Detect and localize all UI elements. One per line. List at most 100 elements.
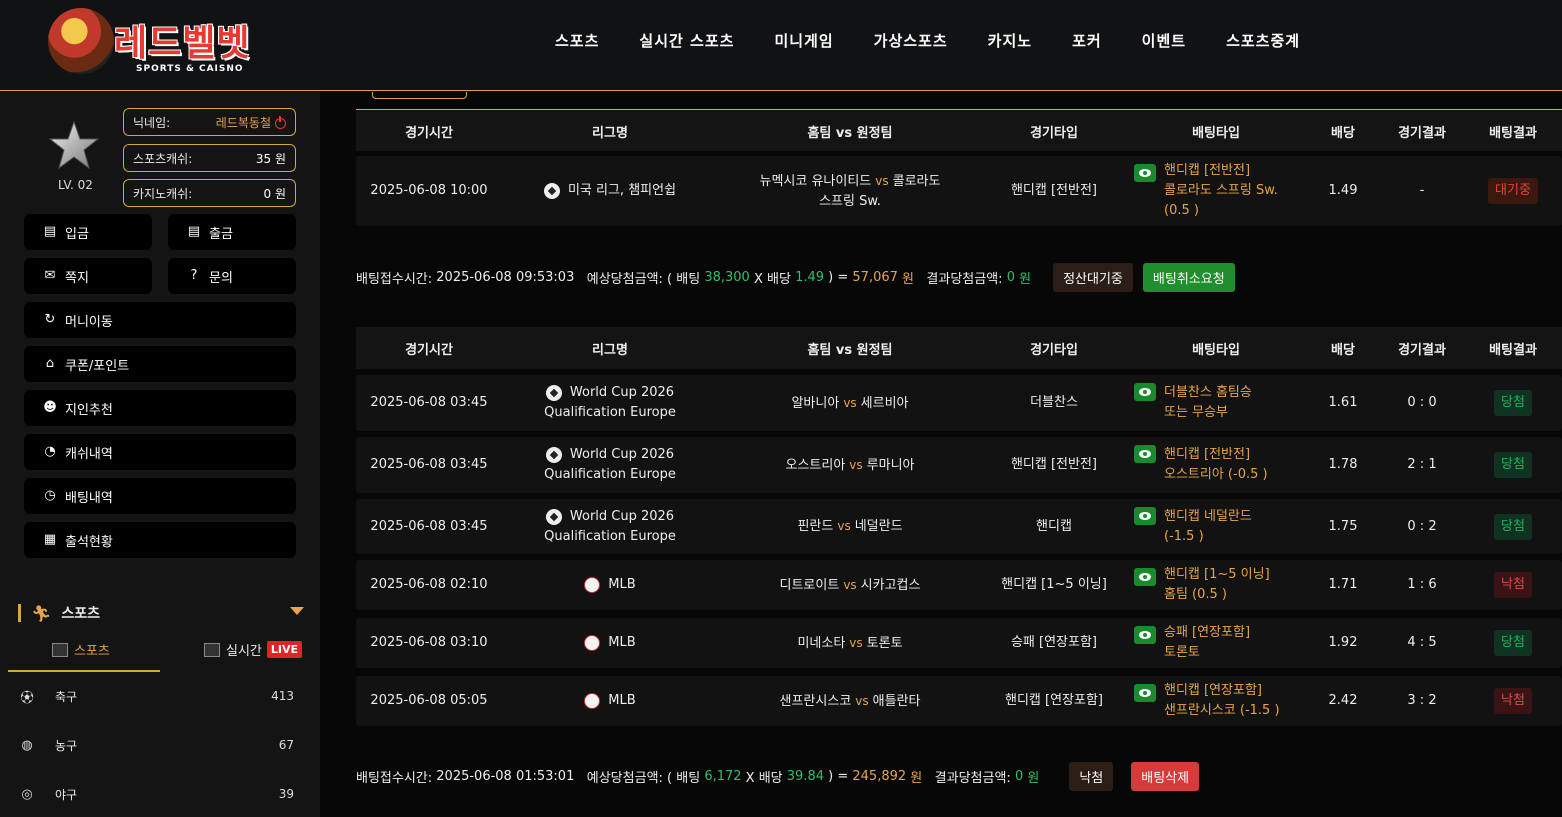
sport-item-soccer[interactable]: ⚽︎ 축구 413 bbox=[18, 684, 294, 708]
tab-sports[interactable]: 스포츠 bbox=[52, 640, 110, 659]
delete-bet-button[interactable]: 배팅삭제 bbox=[1131, 761, 1200, 791]
teams-text: 뉴멕시코 유나이티드 vs 콜로라도 스프링 Sw. bbox=[758, 171, 942, 212]
deposit-button[interactable]: ▤ 입금 bbox=[24, 214, 152, 250]
cancel-bet-request-button[interactable]: 배팅취소요청 bbox=[1142, 262, 1235, 292]
top-bar: 레드벨벳 SPORTS & CAISNO 스포츠 실시간 스포츠 미니게임 가상… bbox=[0, 0, 1562, 91]
site-logo[interactable]: 레드벨벳 SPORTS & CAISNO bbox=[48, 8, 268, 78]
vs-label: vs bbox=[843, 395, 857, 410]
bet-line: 또는 무승부 bbox=[1164, 405, 1228, 420]
league-cell: MLB bbox=[502, 676, 718, 726]
bet-history-label: 배팅내역 bbox=[65, 490, 113, 506]
bet-result-badge: 낙첨 bbox=[1494, 688, 1532, 714]
summary-time: 2025-06-08 09:53:03 bbox=[436, 269, 575, 285]
eye-icon[interactable] bbox=[1134, 445, 1156, 463]
tab-live[interactable]: 실시간 LIVE bbox=[204, 640, 303, 659]
league-name: MLB bbox=[608, 693, 636, 708]
summary-time: 2025-06-08 01:53:01 bbox=[436, 768, 575, 784]
withdraw-button[interactable]: ▤ 출금 bbox=[168, 214, 296, 250]
sport-count: 67 bbox=[278, 738, 294, 752]
eye-icon[interactable] bbox=[1134, 507, 1156, 525]
th-game-type: 경기타입 bbox=[1030, 125, 1078, 141]
nav-live-sports[interactable]: 실시간 스포츠 bbox=[639, 30, 734, 51]
bet-row: 2025-06-08 03:45 World Cup 2026 Qualificat… bbox=[356, 375, 1562, 431]
inquiry-label: 문의 bbox=[209, 270, 233, 286]
eye-icon[interactable] bbox=[1134, 568, 1156, 586]
league-cell: World Cup 2026 Qualification Europe bbox=[502, 499, 718, 554]
bet2-summary: 배팅접수시간: 2025-06-08 01:53:01 예상당첨금액: ( 배팅… bbox=[356, 761, 1200, 791]
coupon-point-button[interactable]: ⌂ 쿠폰/포인트 bbox=[24, 346, 296, 382]
nav-sports[interactable]: 스포츠 bbox=[555, 30, 599, 51]
bet-line: 토론토 bbox=[1164, 645, 1200, 660]
vs-label: vs bbox=[849, 635, 863, 650]
nav-event[interactable]: 이벤트 bbox=[1142, 30, 1186, 51]
attendance-button[interactable]: ▦ 출석현황 bbox=[24, 522, 296, 558]
deposit-icon: ▤ bbox=[43, 224, 57, 239]
league-line: World Cup 2026 bbox=[545, 383, 674, 403]
bet-history-button[interactable]: ◷ 배팅내역 bbox=[24, 478, 296, 514]
bet-line: 핸디캡 [1~5 이닝] bbox=[1164, 567, 1270, 582]
summary-won: 원 bbox=[910, 770, 923, 786]
home-team: 오스트리아 bbox=[785, 457, 846, 473]
odds: 1.78 bbox=[1328, 457, 1358, 472]
bet-line: 핸디캡 [전반전] bbox=[1164, 447, 1251, 462]
broken-image-icon bbox=[52, 642, 68, 657]
eye-icon[interactable] bbox=[1134, 383, 1156, 401]
game-type: 핸디캡 [연장포함] bbox=[1005, 693, 1103, 708]
calendar-icon: ▦ bbox=[43, 532, 57, 547]
match-score: 0 : 2 bbox=[1407, 518, 1437, 534]
sport-item-basketball[interactable]: ◍ 농구 67 bbox=[18, 733, 294, 757]
bet-type-text: 핸디캡 네덜란드 (-1.5 ) bbox=[1164, 507, 1252, 547]
odds: 1.92 bbox=[1328, 635, 1358, 650]
summary-won2: 원 bbox=[1019, 271, 1032, 287]
summary-odds: 1.49 bbox=[795, 269, 825, 285]
bet-row: 2025-06-08 02:10 MLB 디트로이트 vs 시카고컵스 핸디캡 [1~5 … bbox=[356, 560, 1562, 610]
eye-icon[interactable] bbox=[1134, 626, 1156, 644]
sports-section-title: 스포츠 bbox=[61, 606, 100, 622]
runner-icon: 🏃︎ bbox=[31, 603, 52, 623]
summary-stake: 38,300 bbox=[704, 269, 750, 285]
league-line: MLB bbox=[584, 575, 636, 595]
coupon-icon: ⌂ bbox=[45, 356, 55, 371]
nav-virtual-sports[interactable]: 가상스포츠 bbox=[874, 30, 948, 51]
nav-sports-stream[interactable]: 스포츠중계 bbox=[1226, 30, 1300, 51]
summary-won: 원 bbox=[902, 271, 915, 287]
referral-label: 지인추천 bbox=[65, 402, 113, 418]
sport-name: 농구 bbox=[55, 738, 78, 753]
th-teams: 홈팀 vs 원정팀 bbox=[807, 125, 893, 141]
league-name: World Cup 2026 bbox=[569, 508, 675, 524]
referral-button[interactable]: ☻ 지인추천 bbox=[24, 390, 296, 426]
summary-expected-label: 예상당첨금액: ( 배팅 bbox=[586, 271, 701, 287]
eye-icon[interactable] bbox=[1134, 164, 1156, 182]
basketball-icon: ◍ bbox=[21, 737, 33, 753]
live-badge: LIVE bbox=[266, 641, 303, 658]
message-button[interactable]: ✉ 쪽지 bbox=[24, 258, 152, 294]
tab-sports-label: 스포츠 bbox=[74, 644, 110, 659]
nickname-box: 닉네임: 레드복동철 bbox=[123, 108, 296, 136]
chevron-down-icon[interactable] bbox=[290, 607, 304, 615]
tab-remnant bbox=[372, 92, 467, 99]
home-team: 뉴멕시코 유나이티드 bbox=[759, 173, 872, 189]
game-type: 핸디캡 [전반전] bbox=[1010, 183, 1098, 198]
cash-history-button[interactable]: ◔ 캐쉬내역 bbox=[24, 434, 296, 470]
nav-casino[interactable]: 카지노 bbox=[988, 30, 1032, 51]
result-cell: 당첨 bbox=[1464, 437, 1562, 493]
league-subname: Qualification Europe bbox=[544, 467, 676, 482]
sport-item-baseball[interactable]: ◎ 야구 39 bbox=[18, 782, 294, 806]
bet-row: 2025-06-08 03:45 World Cup 2026 Qualificat… bbox=[356, 499, 1562, 554]
eye-icon[interactable] bbox=[1134, 684, 1156, 702]
teams-text: 미네소타 vs 토론토 bbox=[797, 633, 902, 654]
nav-minigame[interactable]: 미니게임 bbox=[774, 30, 833, 51]
nav-poker[interactable]: 포커 bbox=[1072, 30, 1102, 51]
lost-status-button: 낙첨 bbox=[1069, 761, 1114, 791]
inquiry-button[interactable]: ? 문의 bbox=[168, 258, 296, 294]
money-move-button[interactable]: ↻ 머니이동 bbox=[24, 302, 296, 338]
summary-expected: 57,067 bbox=[852, 269, 898, 285]
sports-section-header[interactable]: 🏃︎ 스포츠 bbox=[18, 599, 308, 627]
th-bet-type: 배팅타입 bbox=[1192, 125, 1240, 141]
bet-type-cell: 승패 [연장포함] 토론토 bbox=[1126, 618, 1306, 668]
logout-power-icon[interactable] bbox=[275, 115, 286, 129]
teams-cell: 미네소타 vs 토론토 bbox=[718, 618, 982, 668]
summary-result-amount: 0 bbox=[1006, 269, 1015, 285]
game-type: 승패 [연장포함] bbox=[1010, 635, 1098, 650]
teams-text: 디트로이트 vs 시카고컵스 bbox=[780, 575, 921, 596]
